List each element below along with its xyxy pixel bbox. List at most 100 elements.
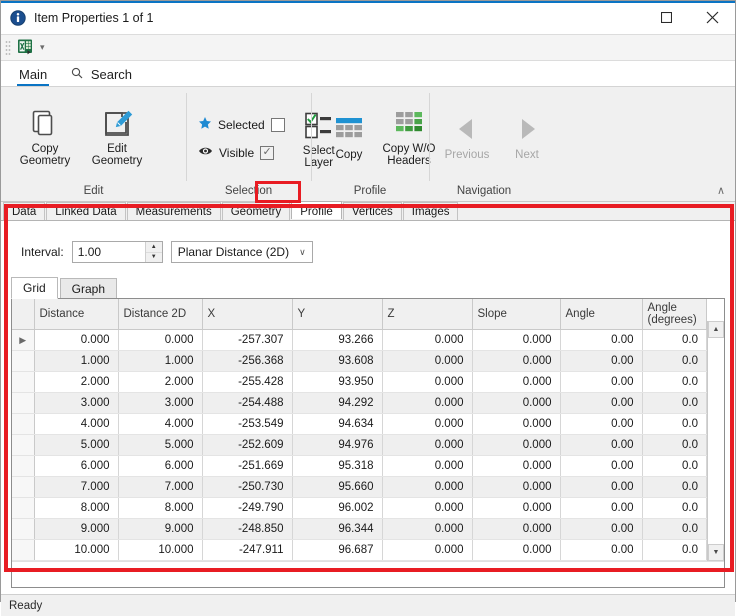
table-cell[interactable]: 96.687 — [292, 539, 383, 561]
table-cell[interactable]: 3.000 — [34, 392, 119, 414]
table-row[interactable]: 4.000 4.000 -253.549 94.634 0.000 0.000 0.00 0.… — [12, 413, 707, 435]
sub-tab-grid[interactable]: Grid — [11, 277, 58, 299]
table-cell[interactable]: 0.0 — [642, 350, 707, 372]
copy-geometry-button[interactable]: Copy Geometry — [9, 102, 81, 171]
table-cell[interactable]: 0.0 — [642, 518, 707, 540]
table-row[interactable]: 5.000 5.000 -252.609 94.976 0.000 0.000 0.00 0.… — [12, 434, 707, 456]
table-cell[interactable]: 5.000 — [118, 434, 203, 456]
row-selector[interactable] — [12, 455, 35, 477]
table-cell[interactable]: 0.000 — [382, 371, 473, 393]
table-cell[interactable]: 2.000 — [34, 371, 119, 393]
table-cell[interactable]: 0.000 — [118, 329, 203, 351]
tab-data[interactable]: Data — [3, 202, 46, 220]
collapse-ribbon-button[interactable]: ∧ — [713, 182, 729, 199]
tab-linked-data[interactable]: Linked Data — [46, 202, 126, 220]
interval-input[interactable] — [72, 242, 145, 262]
table-cell[interactable]: 3.000 — [118, 392, 203, 414]
table-cell[interactable]: 0.0 — [642, 392, 707, 414]
row-selector[interactable] — [12, 392, 35, 414]
table-cell[interactable]: 4.000 — [34, 413, 119, 435]
table-cell[interactable]: 93.266 — [292, 329, 383, 351]
export-to-excel-button[interactable]: ▾ — [14, 37, 48, 59]
next-button[interactable]: Next — [497, 108, 557, 165]
table-cell[interactable]: 0.000 — [382, 329, 473, 351]
table-cell[interactable]: 0.000 — [382, 455, 473, 477]
column-header-z[interactable]: Z — [382, 299, 473, 330]
column-header-angle-degrees[interactable]: Angle (degrees) — [642, 299, 707, 330]
scroll-track[interactable] — [708, 338, 724, 544]
table-cell[interactable]: 0.00 — [560, 476, 643, 498]
table-cell[interactable]: 0.000 — [472, 350, 561, 372]
table-cell[interactable]: 0.000 — [382, 539, 473, 561]
table-cell[interactable]: 1.000 — [34, 350, 119, 372]
table-cell[interactable]: 0.000 — [472, 329, 561, 351]
row-selector[interactable] — [12, 371, 35, 393]
grid-vertical-scrollbar[interactable]: ▲ ▼ — [707, 321, 724, 561]
visible-checkbox[interactable]: ✓ — [260, 145, 275, 160]
table-cell[interactable]: 10.000 — [118, 539, 203, 561]
table-cell[interactable]: 0.000 — [472, 518, 561, 540]
maximize-button[interactable] — [643, 1, 689, 34]
table-cell[interactable]: 0.00 — [560, 434, 643, 456]
column-header-x[interactable]: X — [202, 299, 293, 330]
sub-tab-graph[interactable]: Graph — [59, 278, 118, 299]
distance-mode-dropdown[interactable]: Planar Distance (2D) ∨ — [170, 241, 313, 263]
table-row[interactable]: 6.000 6.000 -251.669 95.318 0.000 0.000 0.00 0.… — [12, 455, 707, 477]
table-cell[interactable]: -253.549 — [202, 413, 293, 435]
column-header-distance-2d[interactable]: Distance 2D — [118, 299, 203, 330]
table-cell[interactable]: 10.000 — [34, 539, 119, 561]
table-cell[interactable]: 0.000 — [472, 539, 561, 561]
table-cell[interactable]: 0.0 — [642, 476, 707, 498]
table-cell[interactable]: 93.608 — [292, 350, 383, 372]
table-cell[interactable]: 1.000 — [118, 350, 203, 372]
tab-profile[interactable]: Profile — [291, 201, 342, 219]
tab-vertices[interactable]: Vertices — [342, 202, 402, 220]
table-cell[interactable]: 0.0 — [642, 329, 707, 351]
table-cell[interactable]: 0.00 — [560, 329, 643, 351]
visible-toggle[interactable]: Visible ✓ — [194, 141, 289, 165]
selected-toggle[interactable]: Selected — [194, 113, 289, 137]
table-cell[interactable]: 7.000 — [118, 476, 203, 498]
interval-stepper[interactable]: ▲ ▼ — [71, 241, 163, 263]
table-cell[interactable]: 96.344 — [292, 518, 383, 540]
table-cell[interactable]: 0.000 — [472, 434, 561, 456]
row-selector[interactable] — [12, 539, 35, 561]
table-cell[interactable]: 0.00 — [560, 455, 643, 477]
table-cell[interactable]: 0.000 — [472, 455, 561, 477]
table-cell[interactable]: -250.730 — [202, 476, 293, 498]
table-cell[interactable]: 0.0 — [642, 455, 707, 477]
table-cell[interactable]: 6.000 — [34, 455, 119, 477]
table-cell[interactable]: 0.000 — [382, 350, 473, 372]
table-cell[interactable]: 94.634 — [292, 413, 383, 435]
table-cell[interactable]: 0.000 — [472, 413, 561, 435]
table-cell[interactable]: 6.000 — [118, 455, 203, 477]
table-cell[interactable]: 8.000 — [118, 497, 203, 519]
column-header-y[interactable]: Y — [292, 299, 383, 330]
table-cell[interactable]: 0.00 — [560, 350, 643, 372]
table-cell[interactable]: 0.000 — [34, 329, 119, 351]
tab-images[interactable]: Images — [402, 202, 459, 220]
table-cell[interactable]: 0.00 — [560, 539, 643, 561]
tab-geometry[interactable]: Geometry — [221, 202, 291, 220]
table-row[interactable]: 7.000 7.000 -250.730 95.660 0.000 0.000 0.00 0.… — [12, 476, 707, 498]
table-cell[interactable]: 0.00 — [560, 518, 643, 540]
chevron-down-icon[interactable]: ▾ — [40, 42, 45, 53]
table-cell[interactable]: 2.000 — [118, 371, 203, 393]
table-cell[interactable]: 0.000 — [472, 476, 561, 498]
table-row[interactable]: 8.000 8.000 -249.790 96.002 0.000 0.000 0.00 0.… — [12, 497, 707, 519]
table-cell[interactable]: 0.00 — [560, 413, 643, 435]
table-cell[interactable]: 0.000 — [382, 434, 473, 456]
table-row[interactable]: 3.000 3.000 -254.488 94.292 0.000 0.000 0.00 0.… — [12, 392, 707, 414]
table-cell[interactable]: 0.000 — [472, 497, 561, 519]
table-cell[interactable]: 93.950 — [292, 371, 383, 393]
column-header-distance[interactable]: Distance — [34, 299, 119, 330]
row-header-corner[interactable] — [12, 299, 35, 330]
table-cell[interactable]: 4.000 — [118, 413, 203, 435]
table-row[interactable]: ▶ 0.000 0.000 -257.307 93.266 0.000 0.000 0.00 0… — [12, 329, 707, 351]
table-cell[interactable]: 0.000 — [382, 518, 473, 540]
tab-measurements[interactable]: Measurements — [126, 202, 221, 220]
copy-button[interactable]: Copy — [319, 108, 379, 165]
table-row[interactable]: 1.000 1.000 -256.368 93.608 0.000 0.000 0.00 0.… — [12, 350, 707, 372]
table-cell[interactable]: 94.976 — [292, 434, 383, 456]
table-cell[interactable]: 0.00 — [560, 392, 643, 414]
